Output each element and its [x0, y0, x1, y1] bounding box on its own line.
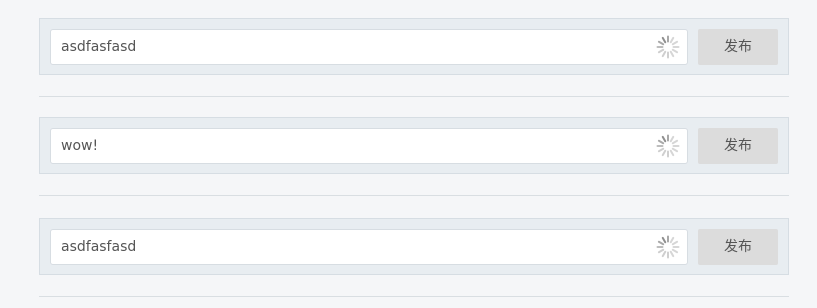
post-row: 发布 [39, 117, 789, 174]
post-input-wrapper[interactable] [50, 128, 688, 164]
publish-button[interactable]: 发布 [698, 29, 778, 65]
post-list-page: 发布 发布 [0, 0, 817, 308]
loading-spinner-icon [656, 134, 680, 158]
post-input-wrapper[interactable] [50, 229, 688, 265]
row-divider [39, 296, 789, 297]
publish-button[interactable]: 发布 [698, 229, 778, 265]
loading-spinner-icon [656, 35, 680, 59]
loading-spinner-icon [656, 235, 680, 259]
row-divider [39, 195, 789, 196]
post-input-wrapper[interactable] [50, 29, 688, 65]
post-input[interactable] [51, 30, 641, 64]
row-divider [39, 96, 789, 97]
post-row: 发布 [39, 218, 789, 275]
post-row: 发布 [39, 18, 789, 75]
post-input[interactable] [51, 230, 641, 264]
post-input[interactable] [51, 129, 641, 163]
publish-button[interactable]: 发布 [698, 128, 778, 164]
